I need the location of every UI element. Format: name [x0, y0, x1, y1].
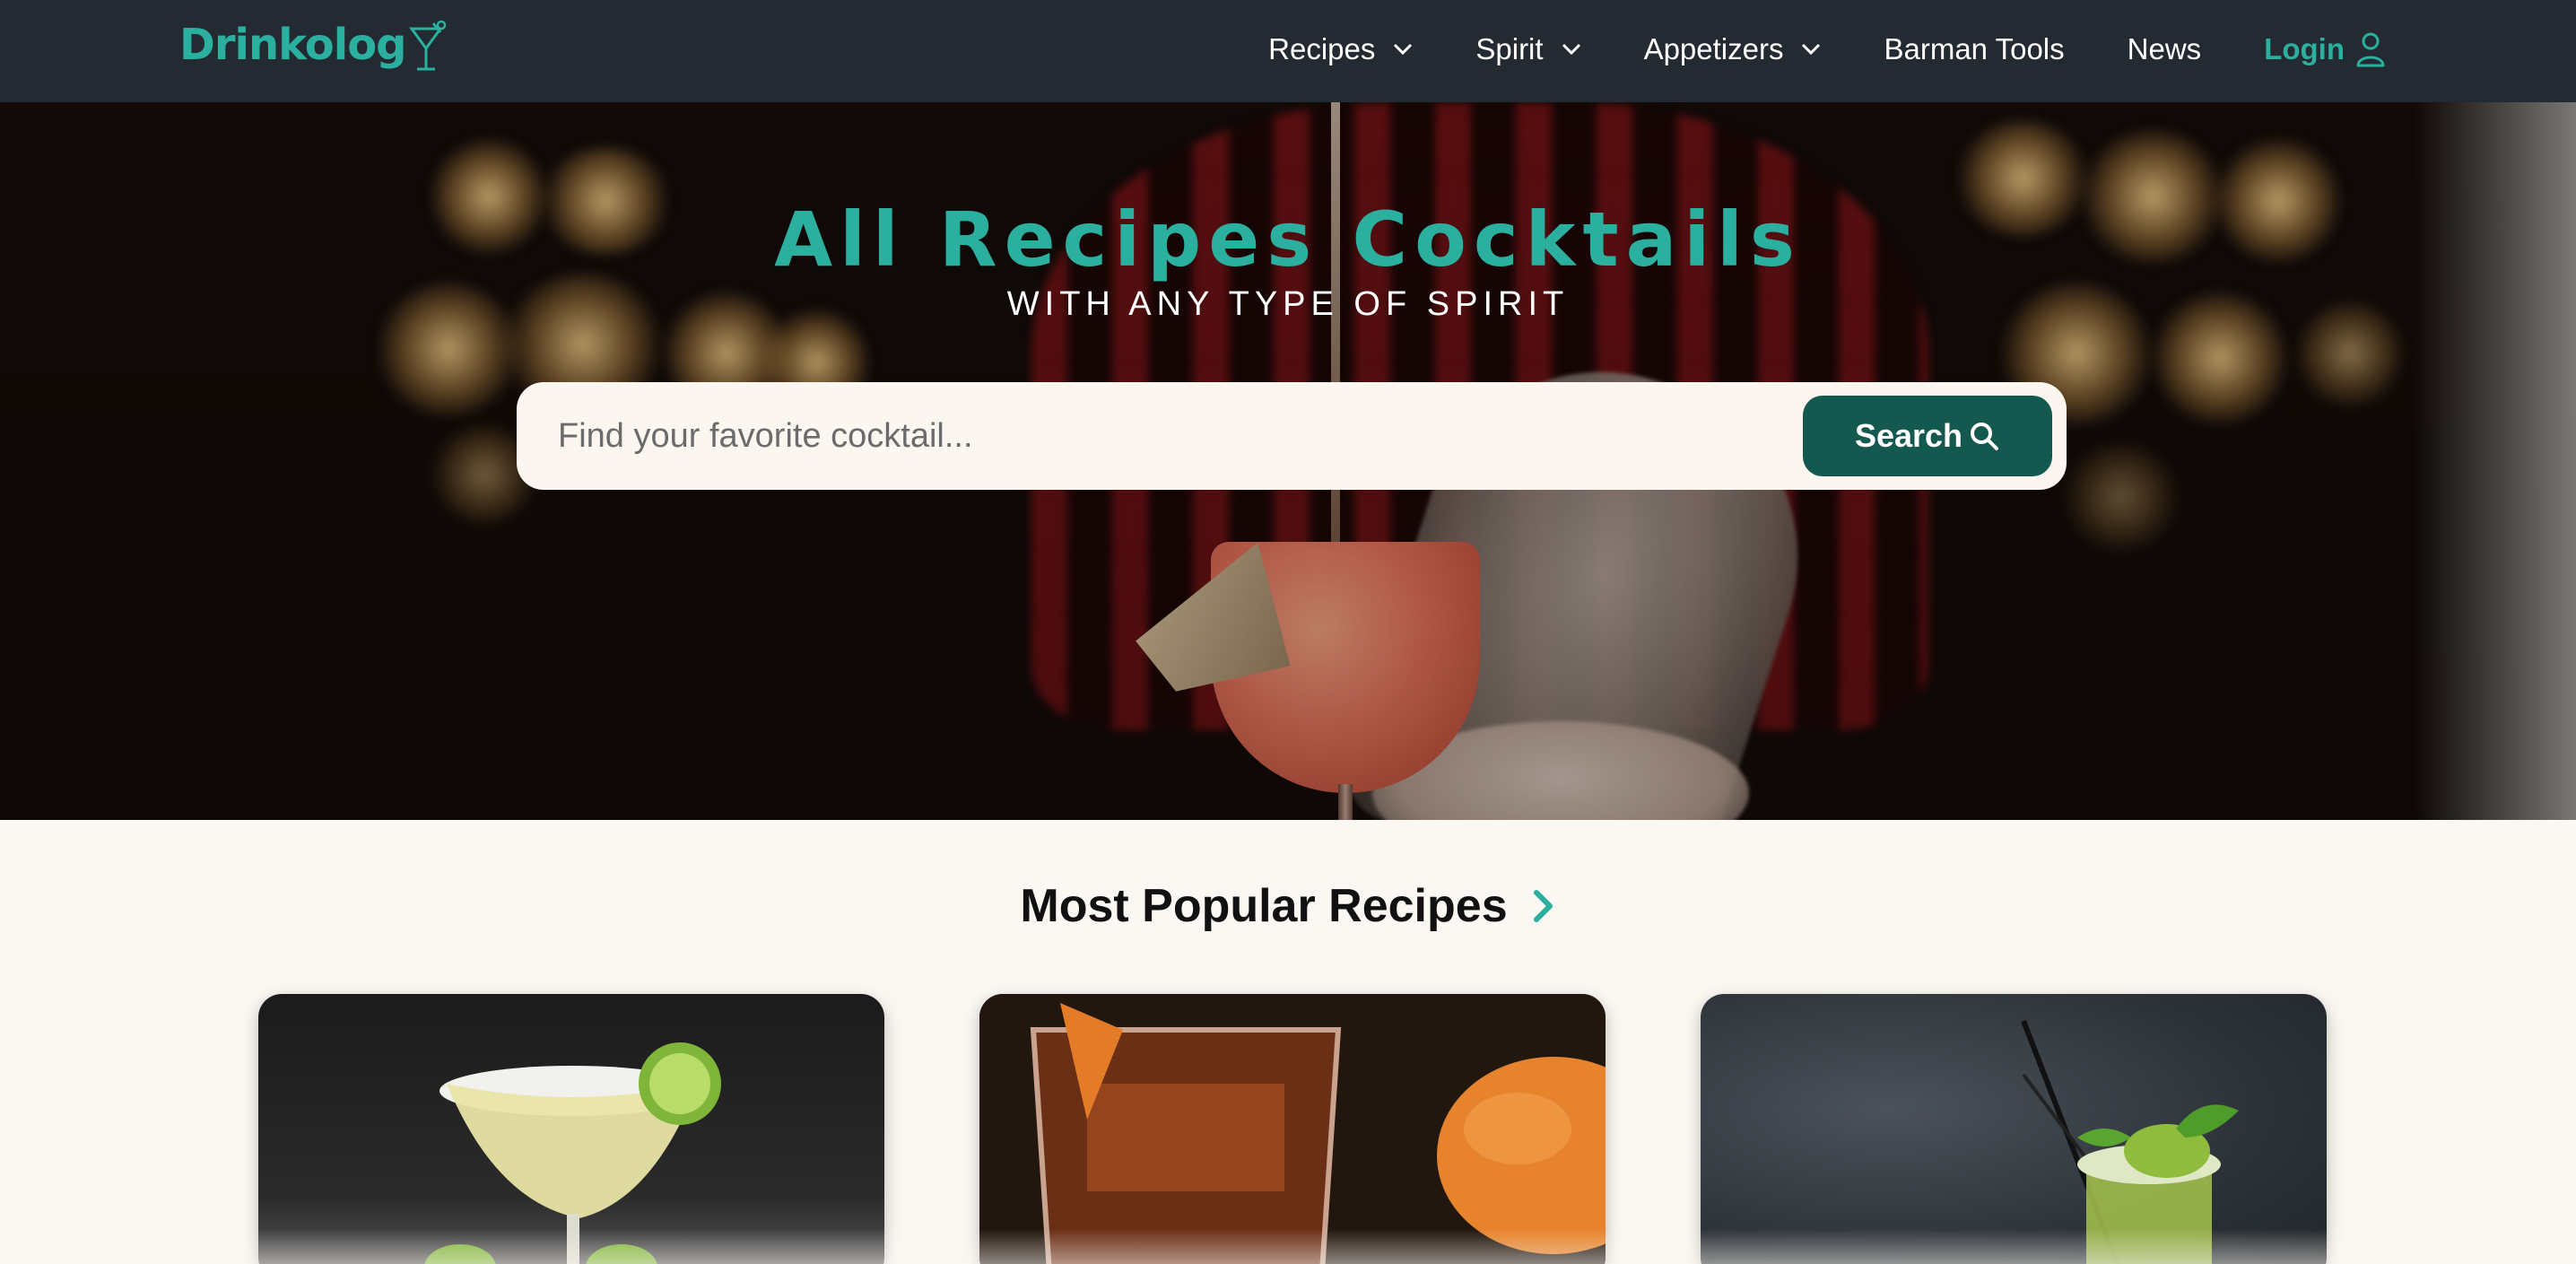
user-icon — [2356, 32, 2385, 67]
nav-item-barman-tools[interactable]: Barman Tools — [1884, 32, 2064, 66]
nav-item-news[interactable]: News — [2128, 32, 2202, 66]
nav-item-label: Spirit — [1475, 32, 1544, 65]
nav-item-label: Recipes — [1268, 32, 1376, 65]
nav-item-label: Appetizers — [1643, 32, 1784, 65]
search-icon — [1971, 423, 1999, 450]
nav-item-label: News — [2127, 32, 2202, 65]
chevron-right-icon[interactable] — [1531, 888, 1556, 924]
recipe-image — [2021, 1019, 2239, 1264]
section-title: Most Popular Recipes — [1020, 880, 1508, 932]
recipe-card-margarita[interactable] — [258, 994, 884, 1264]
hero-banner: All Recipes Cocktails WITH ANY TYPE OF S… — [0, 102, 2576, 820]
search-bar: Search — [517, 382, 2067, 490]
chevron-down-icon — [1394, 43, 1413, 56]
recipe-image — [979, 994, 1606, 1264]
nav-item-spirit[interactable]: Spirit — [1475, 32, 1580, 66]
top-navbar: Drinkolog Recipes Spirit Appetizers Barm… — [0, 0, 2576, 102]
chevron-down-icon — [1802, 43, 1821, 56]
nav-item-label: Barman Tools — [1884, 32, 2065, 65]
popular-recipes-header: Most Popular Recipes — [0, 879, 2576, 933]
site-logo[interactable]: Drinkolog — [179, 16, 448, 74]
recipe-image — [424, 1042, 721, 1264]
search-input[interactable] — [517, 382, 1803, 490]
nav-item-recipes[interactable]: Recipes — [1268, 32, 1413, 66]
logo-text: Drinkolog — [179, 20, 407, 70]
nav-item-appetizers[interactable]: Appetizers — [1644, 32, 1822, 66]
martini-glass-icon — [408, 20, 446, 71]
search-button[interactable]: Search — [1803, 396, 2052, 476]
recipe-card-negroni[interactable] — [979, 994, 1606, 1264]
login-link[interactable]: Login — [2264, 31, 2386, 67]
chevron-down-icon — [1562, 43, 1580, 56]
hero-title: All Recipes Cocktails — [774, 196, 1802, 283]
search-button-label: Search — [1854, 417, 1963, 454]
hero-subtitle: WITH ANY TYPE OF SPIRIT — [1006, 285, 1570, 323]
recipe-card-mojito[interactable] — [1701, 994, 2327, 1264]
login-label: Login — [2264, 32, 2345, 65]
nav-menu: Recipes Spirit Appetizers Barman Tools N… — [1268, 0, 2386, 99]
